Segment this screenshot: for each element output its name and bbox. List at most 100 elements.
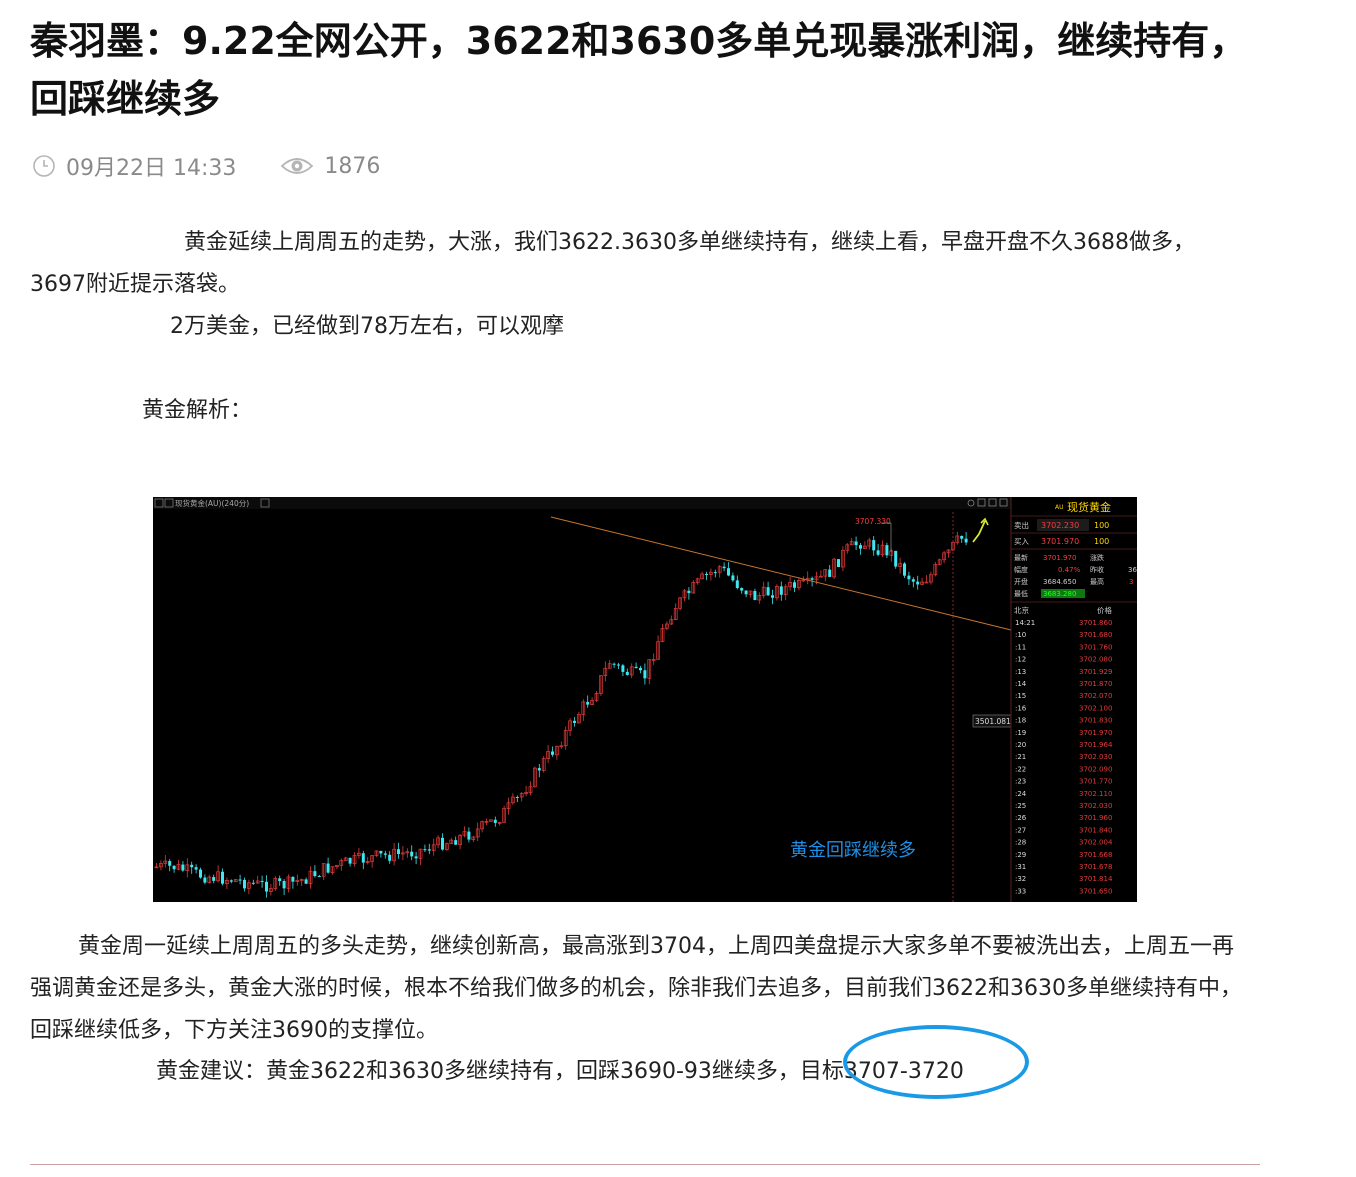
tick-price: 3701.668 bbox=[1079, 851, 1112, 859]
tick-price: 3701.860 bbox=[1079, 619, 1112, 627]
candle-body bbox=[379, 850, 383, 854]
bid-volume: 100 bbox=[1094, 537, 1109, 546]
paragraph-balance: 2万美金，已经做到78万左右，可以观摩 bbox=[170, 314, 564, 339]
tick-time: :19 bbox=[1015, 729, 1026, 737]
article-title: 秦羽墨：9.22全网公开，3622和3630多单兑现暴涨利润，继续持有，回踩继续… bbox=[30, 19, 1248, 121]
candle-body bbox=[410, 851, 414, 857]
candle-body bbox=[894, 550, 898, 567]
trendline bbox=[550, 516, 1012, 631]
tick-price: 3702.004 bbox=[1079, 839, 1113, 847]
candle-body bbox=[199, 869, 202, 878]
candle-body bbox=[727, 568, 730, 576]
candle-body bbox=[907, 575, 911, 580]
tick-price: 3701.770 bbox=[1079, 778, 1112, 786]
tick-time: :16 bbox=[1015, 704, 1027, 712]
candle-body bbox=[203, 877, 207, 883]
candle-body bbox=[828, 569, 832, 577]
high-value: 3 bbox=[1129, 578, 1133, 586]
candle-body bbox=[190, 864, 194, 868]
low-price: 3683.280 bbox=[1043, 590, 1076, 598]
tick-price: 3701.830 bbox=[1079, 717, 1112, 725]
tick-time: :23 bbox=[1015, 778, 1026, 786]
candle-body bbox=[722, 566, 726, 569]
tick-time: :32 bbox=[1015, 875, 1026, 883]
ask-volume: 100 bbox=[1094, 521, 1109, 530]
candle-body bbox=[229, 880, 233, 882]
tick-price: 3701.650 bbox=[1079, 887, 1112, 895]
chart-canvas: 现货黄金(AU)(240分) 3707.330 3501.081 黄金回踩继续多… bbox=[153, 497, 1137, 902]
tick-time: 14:21 bbox=[1015, 619, 1035, 627]
candle-body bbox=[212, 877, 216, 881]
tick-price: 3701.964 bbox=[1079, 741, 1113, 749]
tick-price: 3701.680 bbox=[1079, 631, 1112, 639]
candle-body bbox=[810, 578, 814, 580]
candle-body bbox=[304, 879, 308, 884]
bid-label: 买入 bbox=[1014, 537, 1030, 546]
price-column-header: 价格 bbox=[1097, 605, 1113, 615]
tick-price: 3702.100 bbox=[1079, 704, 1112, 712]
candle-body bbox=[771, 595, 774, 598]
tick-price: 3701.960 bbox=[1079, 814, 1112, 822]
candle-body bbox=[876, 550, 880, 555]
bid-price: 3701.970 bbox=[1041, 537, 1079, 546]
candle-body bbox=[427, 849, 431, 851]
candle-body bbox=[793, 582, 796, 588]
candle-body bbox=[854, 541, 858, 546]
tick-time: :25 bbox=[1015, 802, 1026, 810]
candle-body bbox=[705, 573, 708, 575]
change-label: 涨跌 bbox=[1090, 553, 1104, 562]
candle-body bbox=[454, 840, 458, 845]
tick-price: 3701.870 bbox=[1079, 680, 1112, 688]
eye-icon bbox=[280, 154, 314, 178]
tick-price: 3702.030 bbox=[1079, 802, 1112, 810]
candle-body bbox=[278, 878, 282, 882]
latest-price: 3701.970 bbox=[1043, 554, 1076, 562]
candle-body bbox=[612, 663, 616, 665]
candle-body bbox=[960, 535, 964, 539]
panel-code: AU bbox=[1055, 504, 1064, 511]
candle-body bbox=[313, 871, 317, 877]
tick-price: 3702.080 bbox=[1079, 656, 1112, 664]
candle-body bbox=[643, 670, 647, 679]
tick-price: 3701.929 bbox=[1079, 668, 1112, 676]
chart-caption: 黄金回踩继续多 bbox=[790, 840, 916, 861]
high-label: 最高 bbox=[1090, 577, 1104, 586]
open-label: 开盘 bbox=[1014, 577, 1028, 586]
candle-body bbox=[414, 856, 418, 859]
candle-body bbox=[573, 720, 576, 723]
panel-name: 现货黄金 bbox=[1067, 500, 1111, 514]
tick-time: :14 bbox=[1015, 680, 1027, 688]
tick-time: :26 bbox=[1015, 814, 1027, 822]
candle-body bbox=[859, 545, 862, 549]
candle-body bbox=[625, 671, 629, 675]
candle-body bbox=[221, 871, 224, 884]
candle-body bbox=[168, 861, 172, 866]
candle-body bbox=[251, 882, 255, 884]
candle-body bbox=[515, 797, 519, 799]
tick-price: 3702.090 bbox=[1079, 765, 1112, 773]
candle-body bbox=[731, 575, 735, 581]
quote-panel: AU 现货黄金 卖出 3702.230 100 买入 3701.970 100 … bbox=[1010, 497, 1137, 902]
paragraph-intro: 黄金延续上周周五的走势，大涨，我们3622.3630多单继续持有，继续上看，早盘… bbox=[30, 230, 1195, 297]
tick-time: :10 bbox=[1015, 631, 1026, 639]
tick-time: :11 bbox=[1015, 643, 1026, 651]
candle-body bbox=[713, 572, 717, 574]
candle-body bbox=[735, 580, 739, 589]
highlight-circle bbox=[843, 1025, 1029, 1099]
candle-body bbox=[779, 586, 783, 595]
tick-time: :12 bbox=[1015, 656, 1026, 664]
candle-body bbox=[423, 849, 427, 851]
candle-body bbox=[441, 837, 444, 850]
chart-header: 现货黄金(AU)(240分) bbox=[175, 498, 249, 508]
divider bbox=[30, 1164, 1260, 1165]
candle-body bbox=[326, 863, 330, 873]
tick-time: :22 bbox=[1015, 765, 1026, 773]
ask-price: 3702.230 bbox=[1041, 521, 1079, 530]
candle-body bbox=[181, 864, 185, 871]
tick-price: 3701.840 bbox=[1079, 826, 1112, 834]
tick-time: :18 bbox=[1015, 717, 1026, 725]
candle-body bbox=[766, 587, 770, 596]
tick-time: :31 bbox=[1015, 863, 1026, 871]
candle-body bbox=[243, 879, 246, 889]
tick-time: :13 bbox=[1015, 668, 1026, 676]
